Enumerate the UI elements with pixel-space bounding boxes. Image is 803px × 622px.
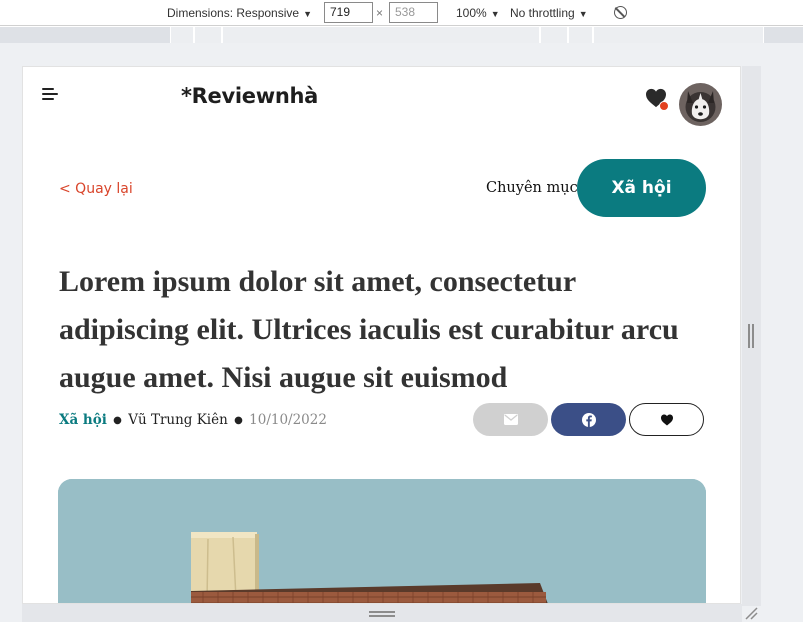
devtools-toolbar: Dimensions: Responsive ▼ 719 × 538 100% ▼ …	[0, 0, 803, 26]
media-query-segment[interactable]	[170, 27, 194, 43]
resize-grip-icon[interactable]	[369, 611, 395, 617]
width-input[interactable]: 719	[324, 2, 373, 23]
corner-resize-icon[interactable]	[744, 606, 758, 620]
media-query-segment[interactable]	[222, 27, 540, 43]
article-meta: Xã hội ● Vũ Trung Kiên ● 10/10/2022	[59, 412, 327, 428]
height-input[interactable]: 538	[389, 2, 438, 23]
heart-icon	[660, 414, 673, 425]
like-button[interactable]	[629, 403, 704, 436]
avatar-husky	[679, 83, 722, 126]
throttling-dropdown[interactable]: No throttling ▼	[510, 0, 588, 26]
share-facebook-button[interactable]	[551, 403, 626, 436]
meta-author: Vũ Trung Kiên	[128, 412, 228, 428]
category-label: Chuyên mục:	[486, 180, 583, 196]
avatar[interactable]	[679, 83, 722, 126]
mail-icon	[503, 414, 518, 425]
category-button[interactable]: Xã hội	[577, 159, 706, 217]
media-query-bar[interactable]	[0, 27, 803, 43]
meta-date: 10/10/2022	[249, 412, 327, 428]
dimensions-label: Dimensions: Responsive	[167, 6, 300, 20]
no-entry-icon[interactable]	[614, 6, 627, 19]
meta-separator: ●	[113, 415, 122, 426]
hero-rooftop-photo	[58, 479, 706, 603]
hero-image	[58, 479, 706, 603]
favorites-button[interactable]	[645, 88, 669, 112]
times-separator: ×	[376, 6, 384, 20]
media-query-segment[interactable]	[568, 27, 593, 43]
dimensions-dropdown[interactable]: Dimensions: Responsive ▼	[167, 0, 312, 26]
zoom-label: 100%	[456, 6, 487, 20]
page-viewport: *Reviewnhà < Quay lại Chuyên mục: Xã hội…	[22, 66, 741, 604]
article-title: Lorem ipsum dolor sit amet, consectetur …	[59, 265, 679, 394]
notification-dot	[659, 101, 669, 111]
back-link[interactable]: < Quay lại	[59, 181, 133, 197]
site-logo[interactable]: *Reviewnhà	[181, 84, 318, 108]
meta-category-link[interactable]: Xã hội	[59, 412, 107, 428]
throttling-label: No throttling	[510, 6, 575, 20]
resize-grip-icon[interactable]	[748, 324, 754, 348]
caret-down-icon: ▼	[578, 9, 588, 19]
media-query-segment[interactable]	[593, 27, 764, 43]
zoom-dropdown[interactable]: 100% ▼	[456, 0, 500, 26]
caret-down-icon: ▼	[303, 9, 312, 19]
facebook-icon	[581, 412, 596, 427]
hamburger-menu-icon[interactable]	[42, 88, 60, 102]
caret-down-icon: ▼	[490, 9, 500, 19]
share-mail-button[interactable]	[473, 403, 548, 436]
meta-separator: ●	[234, 415, 243, 426]
media-query-segment[interactable]	[540, 27, 568, 43]
media-query-segment[interactable]	[194, 27, 222, 43]
